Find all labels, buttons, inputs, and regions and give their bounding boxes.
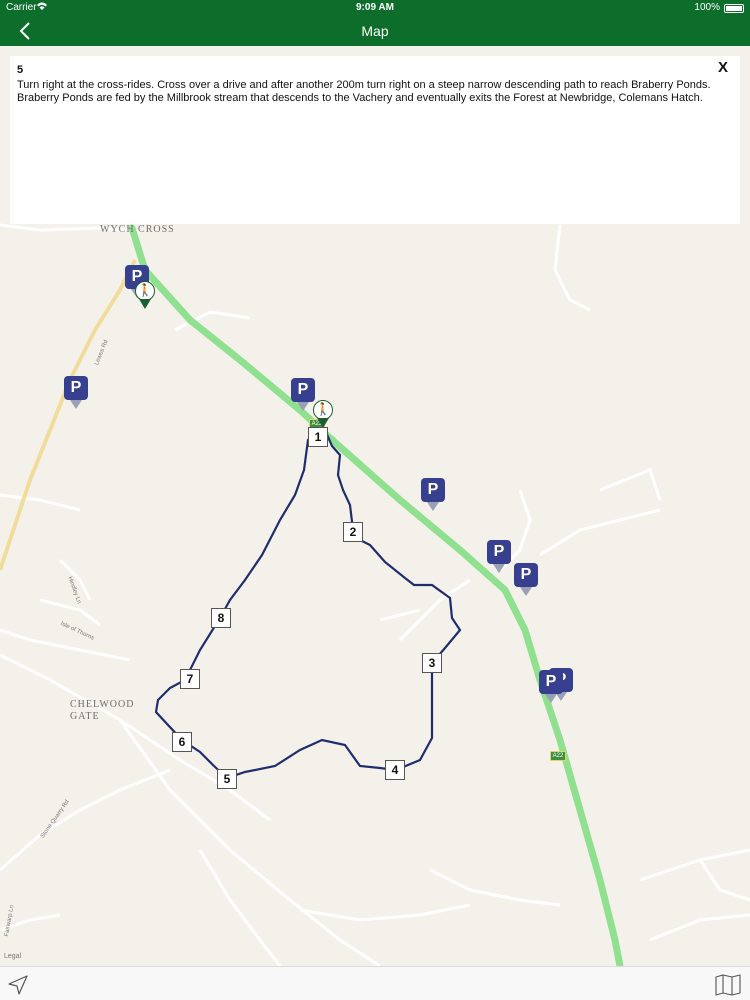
- folded-map-icon: [715, 974, 741, 996]
- road-shield: A22: [550, 751, 566, 761]
- legal-link[interactable]: Legal: [4, 953, 22, 960]
- minor-road: [0, 628, 131, 662]
- locate-button[interactable]: [6, 973, 30, 997]
- parking-marker[interactable]: P: [421, 478, 445, 512]
- waypoint-2[interactable]: 2: [343, 522, 363, 542]
- bottom-toolbar: [0, 966, 750, 1000]
- minor-road: [299, 903, 471, 922]
- close-button[interactable]: X: [718, 59, 728, 76]
- lewes-road: [0, 259, 137, 571]
- walk-start-marker[interactable]: 🚶: [135, 281, 155, 309]
- step-info-panel: 5 X Turn right at the cross-rides. Cross…: [10, 56, 740, 224]
- status-bar: Carrier 9:09 AM 100%: [0, 0, 750, 16]
- minor-road: [0, 768, 171, 872]
- waypoint-4[interactable]: 4: [385, 760, 405, 780]
- main-road: [128, 224, 624, 966]
- minor-road: [553, 224, 591, 312]
- place-label-chelwood-gate: CHELWOOD GATE: [70, 699, 135, 722]
- parking-marker[interactable]: P: [487, 540, 511, 574]
- waypoint-5[interactable]: 5: [217, 769, 237, 789]
- minor-road: [0, 653, 271, 822]
- waypoint-3[interactable]: 3: [422, 653, 442, 673]
- minor-road: [198, 849, 282, 966]
- step-description: Turn right at the cross-rides. Cross ove…: [17, 79, 711, 104]
- walk-start-marker[interactable]: 🚶: [313, 400, 333, 428]
- minor-road: [379, 608, 421, 622]
- map-button[interactable]: [714, 973, 742, 997]
- waypoint-8[interactable]: 8: [211, 608, 231, 628]
- location-arrow-icon: [8, 975, 28, 995]
- battery-icon: [724, 4, 744, 13]
- minor-road: [429, 868, 561, 907]
- hiker-icon: 🚶: [135, 281, 155, 301]
- walk-route: [154, 429, 462, 780]
- status-time: 9:09 AM: [356, 2, 394, 13]
- step-number: 5: [17, 64, 24, 76]
- waypoint-7[interactable]: 7: [180, 669, 200, 689]
- parking-marker[interactable]: P: [539, 670, 563, 704]
- page-title: Map: [361, 23, 389, 39]
- minor-road: [0, 493, 81, 512]
- waypoint-6[interactable]: 6: [172, 732, 192, 752]
- minor-road: [649, 913, 750, 942]
- minor-road: [698, 859, 750, 902]
- minor-road: [639, 848, 750, 882]
- place-label-wych-cross: WYCH CROSS: [100, 224, 175, 235]
- nav-bar: Map: [0, 16, 750, 46]
- parking-marker[interactable]: P: [64, 376, 88, 410]
- minor-road: [39, 598, 101, 627]
- minor-roads: [0, 223, 750, 966]
- parking-marker[interactable]: P: [291, 378, 315, 412]
- waypoint-1[interactable]: 1: [308, 427, 328, 447]
- parking-marker[interactable]: P: [514, 563, 538, 597]
- hiker-icon: 🚶: [313, 400, 333, 420]
- minor-road: [539, 508, 661, 557]
- battery-percent: 100%: [694, 2, 720, 13]
- minor-road: [599, 468, 662, 501]
